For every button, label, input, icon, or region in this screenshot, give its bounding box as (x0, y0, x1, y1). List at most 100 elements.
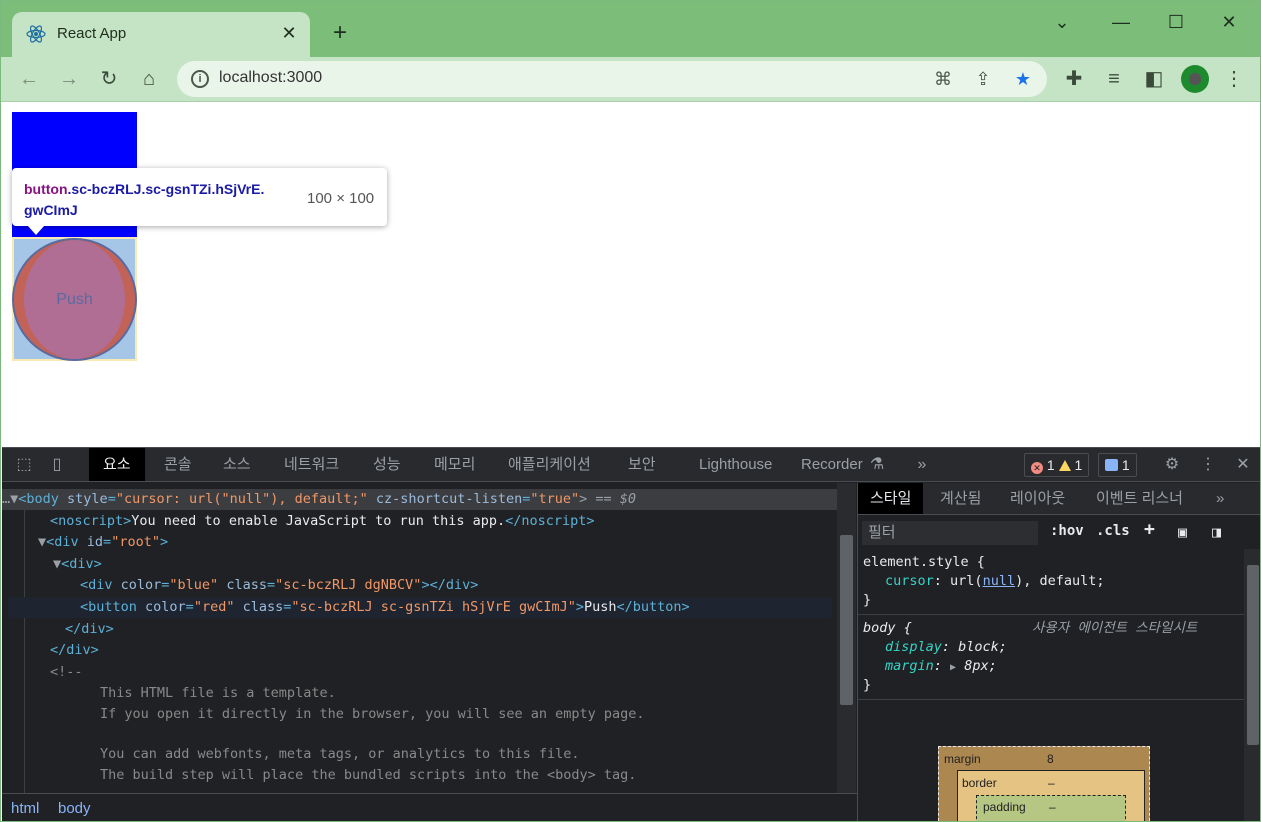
warning-icon (1058, 460, 1071, 471)
reload-icon[interactable]: ↻ (95, 65, 123, 93)
menu-icon[interactable]: ⋮ (1220, 65, 1248, 93)
elements-scrollbar[interactable] (837, 483, 856, 793)
translate-icon[interactable]: ⌘ (931, 67, 955, 91)
tree-row-body[interactable]: …▼<body style="cursor: url("null"), defa… (2, 489, 837, 510)
browser-tab[interactable]: React App ✕ (12, 12, 310, 57)
maximize-button[interactable]: ☐ (1162, 11, 1190, 33)
devtools-panel: ⬚ ▯ 요소 콘솔 소스 네트워크 성능 메모리 애플리케이션 보안 Light… (2, 447, 1260, 821)
react-icon (26, 25, 46, 43)
styles-filter-input[interactable]: 필터 (862, 521, 1038, 545)
elements-tree[interactable]: …▼<body style="cursor: url("null"), defa… (2, 483, 837, 793)
box-padding-value[interactable]: – (1049, 800, 1056, 814)
tree-row-div-blue[interactable]: <div color="blue" class="sc-bczRLJ dgNBC… (80, 575, 478, 596)
tab-performance[interactable]: 성능 (359, 448, 415, 481)
tab-network[interactable]: 네트워크 (270, 448, 353, 481)
hov-toggle[interactable]: :hov (1050, 523, 1084, 539)
paint-icon[interactable]: ▣ (1178, 523, 1187, 541)
tab-memory[interactable]: 메모리 (420, 448, 489, 481)
scrollbar-thumb[interactable] (1247, 565, 1259, 745)
styles-scrollbar[interactable] (1244, 549, 1260, 821)
tab-search-icon[interactable]: ⌄ (1048, 11, 1076, 33)
push-button[interactable]: Push (12, 238, 137, 361)
tab-console[interactable]: 콘솔 (150, 448, 206, 481)
cls-toggle[interactable]: .cls (1096, 523, 1130, 539)
rule-property[interactable]: margin (885, 658, 934, 674)
more-style-tabs-icon[interactable]: » (1204, 483, 1236, 514)
tab-application[interactable]: 애플리케이션 (494, 448, 605, 481)
back-icon[interactable]: ← (15, 65, 43, 93)
tab-computed[interactable]: 계산됨 (928, 483, 993, 514)
row-tag: </button> (616, 599, 690, 615)
row-tag: <button (80, 599, 146, 615)
tree-row-button[interactable]: <button color="red" class="sc-bczRLJ sc-… (8, 597, 832, 618)
site-info-icon[interactable]: i (191, 70, 209, 88)
device-toolbar-icon[interactable]: ▯ (46, 455, 68, 475)
tab-lighthouse[interactable]: Lighthouse (685, 448, 786, 481)
tree-row-close-div[interactable]: </div> (65, 619, 114, 640)
box-border-value[interactable]: – (1048, 776, 1055, 790)
tab-styles[interactable]: 스타일 (858, 483, 924, 514)
side-panel-icon[interactable]: ◧ (1140, 65, 1168, 93)
extensions-icon[interactable]: ✚ (1060, 65, 1088, 93)
devtools-close-icon[interactable]: ✕ (1232, 455, 1254, 475)
devtools-menu-icon[interactable]: ⋮ (1197, 455, 1219, 475)
url-text[interactable]: localhost:3000 (219, 69, 322, 87)
tree-row-root[interactable]: ▼<div id="root"> (38, 532, 168, 553)
rule-value[interactable]: url( (950, 573, 983, 589)
tree-row-div[interactable]: ▼<div> (53, 554, 102, 575)
inspect-element-icon[interactable]: ⬚ (13, 455, 35, 475)
row-expander[interactable]: ▼ (53, 556, 61, 572)
toggle-sidebar-icon[interactable]: ◨ (1212, 523, 1221, 541)
error-icon: ✕ (1031, 462, 1043, 474)
rule-divider (858, 699, 1244, 700)
scrollbar-thumb[interactable] (840, 535, 853, 705)
home-icon[interactable]: ⌂ (135, 65, 163, 93)
breadcrumb-html[interactable]: html (11, 800, 39, 817)
box-margin-value[interactable]: 8 (1047, 752, 1054, 766)
tab-sources[interactable]: 소스 (209, 448, 265, 481)
tree-row-comment: The build step will place the bundled sc… (100, 767, 637, 783)
messages-badge[interactable]: 1 (1098, 453, 1137, 477)
rule-value[interactable]: block; (958, 639, 1007, 655)
row-expander[interactable]: …▼ (2, 491, 18, 507)
row-attr-value: "root" (111, 534, 160, 550)
rule-element-style[interactable]: element.style { cursor: url(null), defau… (858, 549, 1244, 613)
breadcrumb-body[interactable]: body (58, 800, 91, 817)
profile-avatar[interactable] (1181, 65, 1209, 93)
rule-property[interactable]: cursor (885, 573, 934, 589)
close-window-button[interactable]: ✕ (1215, 11, 1243, 33)
media-control-icon[interactable]: ≡ (1100, 65, 1128, 93)
forward-icon[interactable]: → (55, 65, 83, 93)
rule-value[interactable]: ), default; (1015, 573, 1104, 589)
row-text: Push (584, 599, 617, 615)
row-tag: </noscript> (505, 513, 595, 529)
tree-row-comment-open[interactable]: <!-- (50, 662, 83, 683)
tooltip-dimensions: 100 × 100 (307, 190, 375, 207)
rule-property[interactable]: display (885, 639, 942, 655)
rule-body[interactable]: body { 사용자 에이전트 스타일시트 display: block; ma… (858, 614, 1244, 698)
share-icon[interactable]: ⇪ (971, 67, 995, 91)
tab-layout[interactable]: 레이아웃 (998, 483, 1077, 514)
address-bar[interactable]: i localhost:3000 ⌘ ⇪ ★ (177, 61, 1047, 97)
expand-triangle-icon[interactable]: ▶ (950, 662, 956, 673)
issues-badge[interactable]: ✕ 1 1 (1024, 453, 1090, 477)
tree-row-close-root[interactable]: </div> (50, 640, 99, 661)
new-tab-button[interactable]: + (327, 20, 353, 46)
more-tabs-icon[interactable]: » (911, 455, 933, 475)
tab-close-icon[interactable]: ✕ (278, 22, 300, 44)
row-expander[interactable]: ▼ (38, 534, 46, 550)
minimize-button[interactable]: — (1107, 11, 1135, 33)
browser-window: React App ✕ + ⌄ — ☐ ✕ ← → ↻ ⌂ i localhos… (0, 0, 1261, 822)
box-margin-label: margin (944, 752, 981, 766)
rule-value[interactable]: 8px; (964, 658, 997, 674)
settings-gear-icon[interactable]: ⚙ (1161, 455, 1183, 475)
tree-row-comment: You can add webfonts, meta tags, or anal… (100, 746, 580, 762)
rule-value-link[interactable]: null (983, 573, 1016, 589)
tab-event-listeners[interactable]: 이벤트 리스너 (1084, 483, 1195, 514)
new-rule-button[interactable]: + (1144, 519, 1155, 540)
tree-row-noscript[interactable]: <noscript>You need to enable JavaScript … (50, 511, 595, 532)
bookmark-star-icon[interactable]: ★ (1011, 67, 1035, 91)
tab-security[interactable]: 보안 (614, 448, 670, 481)
tab-recorder[interactable]: Recorder (787, 448, 877, 481)
tab-elements[interactable]: 요소 (89, 448, 145, 481)
